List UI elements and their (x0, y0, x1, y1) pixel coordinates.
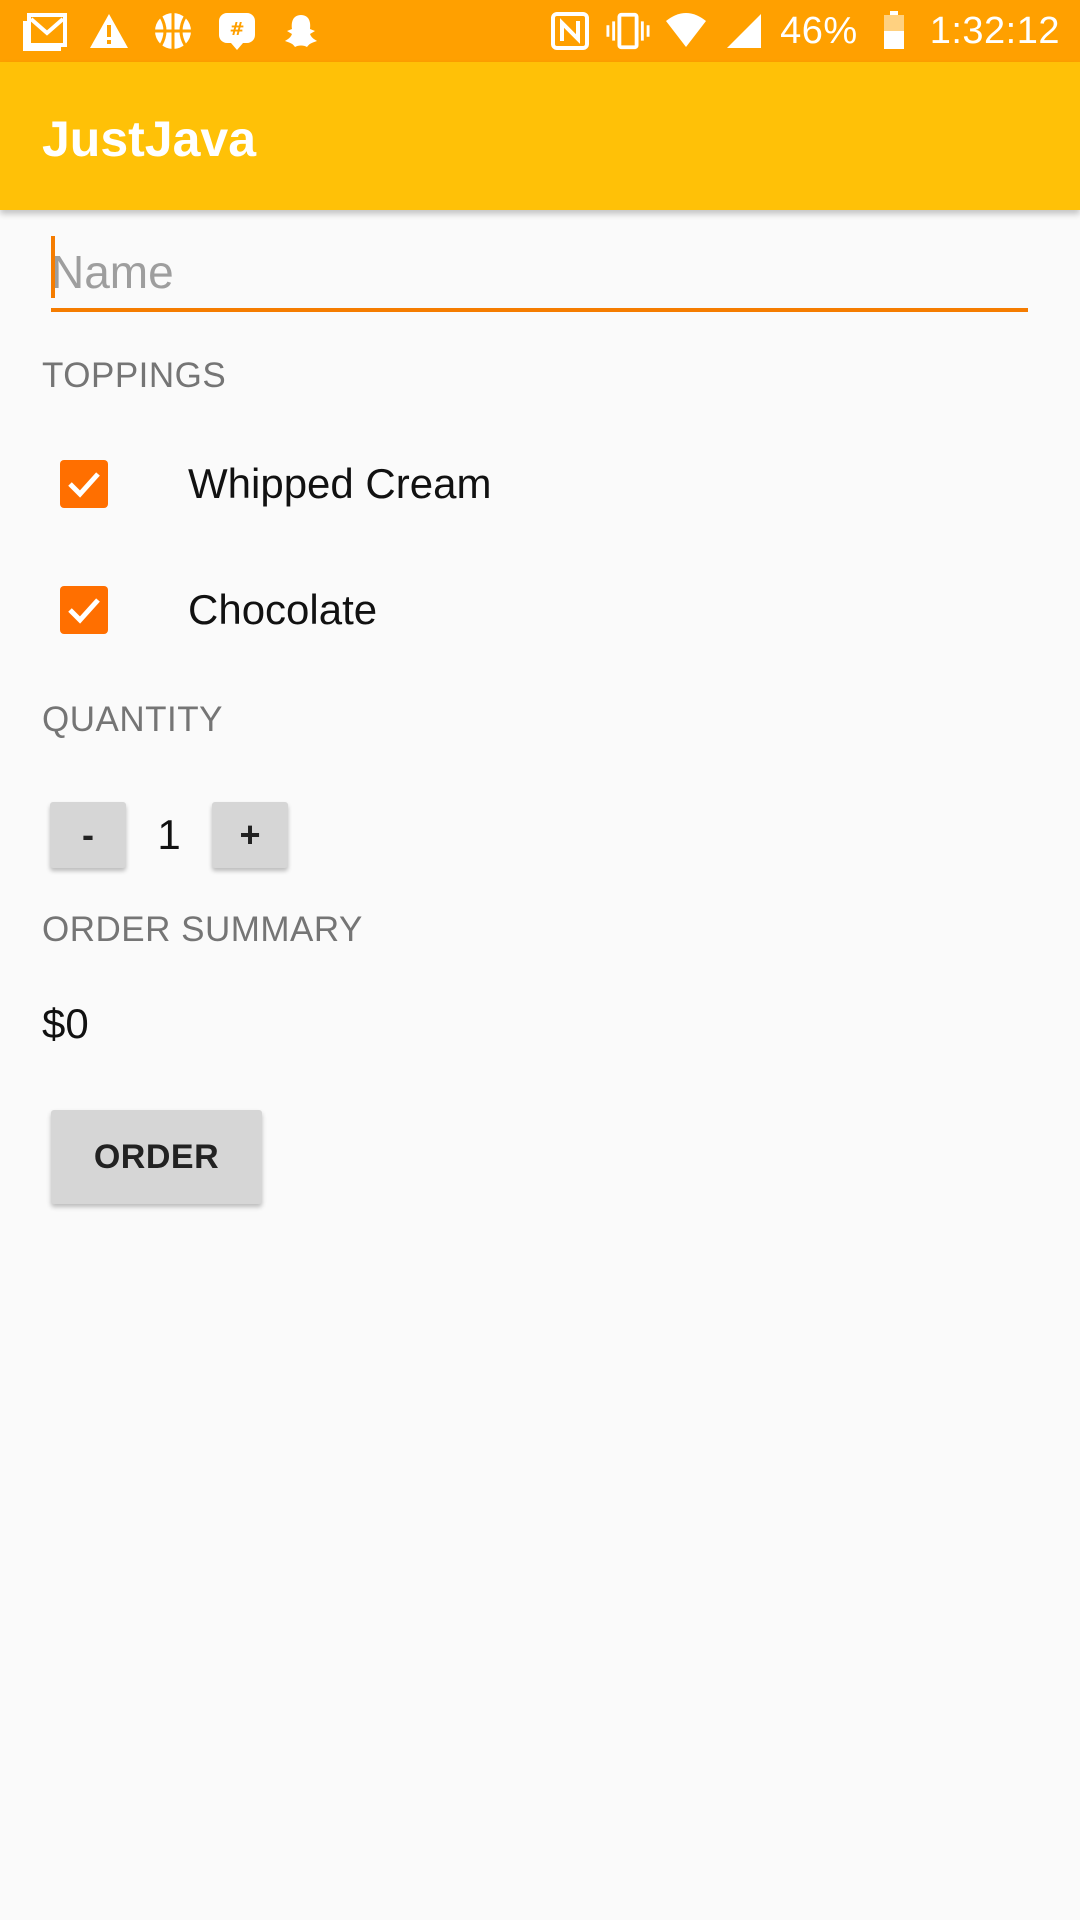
check-icon (68, 598, 100, 624)
quantity-value: 1 (157, 811, 181, 858)
app-title: JustJava (42, 111, 257, 167)
vibrate-icon (606, 9, 650, 53)
snapchat-icon (278, 8, 324, 54)
whipped-cream-checkbox[interactable] (60, 460, 108, 508)
chocolate-label: Chocolate (188, 586, 378, 633)
battery-icon (872, 9, 916, 53)
quantity-stepper: - 1 + (50, 802, 288, 868)
svg-text:#: # (229, 19, 244, 40)
check-icon (68, 472, 100, 498)
order-summary-label: ORDER SUMMARY (42, 910, 363, 949)
decrement-button[interactable]: - (50, 802, 126, 868)
system-icons: 46% 1:32:12 (548, 0, 1060, 62)
increment-button[interactable]: + (212, 802, 288, 868)
basketball-icon (150, 8, 196, 54)
quantity-label: QUANTITY (42, 700, 223, 739)
order-button[interactable]: ORDER (51, 1110, 262, 1204)
signal-icon (722, 9, 766, 53)
topping-whipped-cream[interactable]: Whipped Cream (42, 460, 491, 508)
notification-icons: # (22, 8, 324, 54)
text-cursor (51, 236, 55, 298)
order-price: $0 (42, 1000, 89, 1047)
app-bar: JustJava (0, 62, 1080, 210)
name-input[interactable] (51, 236, 1028, 312)
gmail-icon (22, 8, 68, 54)
whipped-cream-label: Whipped Cream (188, 460, 492, 507)
clock: 1:32:12 (929, 9, 1060, 52)
nfc-icon (548, 9, 592, 53)
battery-percent: 46% (780, 9, 858, 52)
topping-chocolate[interactable]: Chocolate (42, 586, 377, 634)
toppings-label: TOPPINGS (42, 356, 227, 395)
warning-icon (86, 8, 132, 54)
wifi-icon (664, 9, 708, 53)
status-bar: # 46% 1:32:12 (0, 0, 1080, 62)
groupme-icon: # (214, 8, 260, 54)
chocolate-checkbox[interactable] (60, 586, 108, 634)
